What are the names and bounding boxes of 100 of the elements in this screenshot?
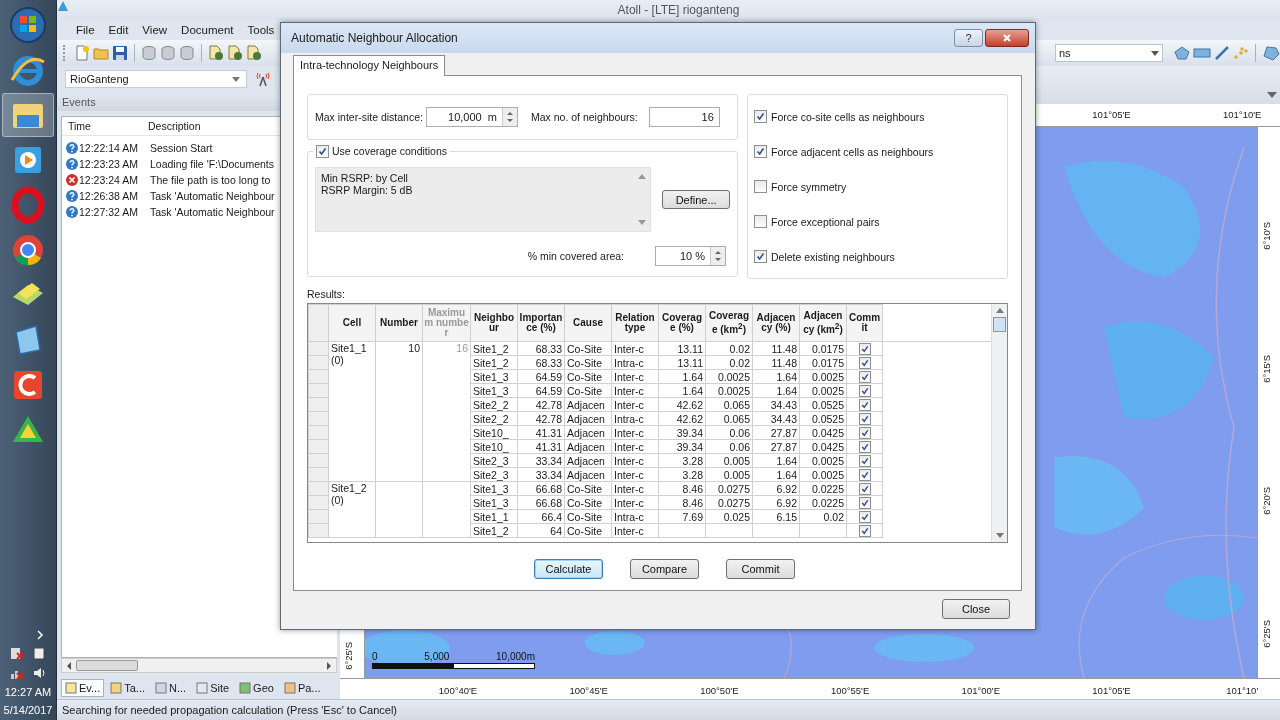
table-cell: 0.0025	[705, 369, 753, 384]
column-header[interactable]: Commit	[846, 304, 883, 342]
table-cell: Co-Site	[564, 495, 612, 510]
panel-tab[interactable]: Ta...	[106, 679, 149, 697]
table-cell: Intra-c	[611, 355, 659, 370]
table-cell: 39.34	[658, 439, 706, 454]
menu-item[interactable]: View	[135, 22, 175, 38]
column-header[interactable]: Relation type	[611, 304, 659, 342]
event-time: 12:26:38 AM	[79, 190, 139, 202]
column-header[interactable]: Time	[66, 120, 148, 132]
table-cell: 0.0425	[799, 425, 847, 440]
column-header[interactable]: Number	[375, 304, 423, 342]
close-button[interactable]: Close	[942, 599, 1010, 619]
column-header[interactable]: Adjacency (%)	[752, 304, 800, 342]
column-header[interactable]: Adjacency (km$^{2}$)	[799, 304, 847, 342]
menu-item[interactable]: Edit	[101, 22, 136, 38]
table-cell: 0.0525	[799, 397, 847, 412]
table-cell: 13.11	[658, 341, 706, 356]
column-header[interactable]: Coverage (km$^{2}$)	[705, 304, 753, 342]
panel-tab[interactable]: Pa...	[279, 679, 325, 697]
ruler-label: 6°25'S	[343, 642, 354, 670]
panel-tab[interactable]: Geo	[235, 679, 278, 697]
table-cell: 42.62	[658, 397, 706, 412]
panel-tab[interactable]: Ev...	[61, 679, 105, 697]
table-cell: 11.48	[752, 355, 800, 370]
condition-text: Min RSRP: by Cell	[321, 172, 409, 184]
event-description: Loading file 'F:\Documents	[150, 158, 274, 170]
table-cell: Adjacen	[564, 411, 612, 426]
table-cell: 33.34	[517, 467, 565, 482]
column-header[interactable]: Cell	[328, 304, 376, 342]
event-description: Task 'Automatic Neighbour	[150, 206, 275, 218]
table-cell: 27.87	[752, 439, 800, 454]
ruler-label: 100°45'E	[569, 685, 608, 696]
event-time: 12:22:14 AM	[79, 142, 139, 154]
table-cell: 0.0025	[799, 369, 847, 384]
column-header[interactable]: Neighbour	[470, 304, 518, 342]
table-cell: 0.0175	[799, 341, 847, 356]
clock-time[interactable]: 12:27 AM	[4, 686, 52, 698]
ruler-label: 101°10'E	[1223, 109, 1262, 120]
scale-label: 5,000	[424, 651, 450, 662]
action-button[interactable]: Calculate	[534, 559, 603, 579]
table-cell: 27.87	[752, 425, 800, 440]
menu-item[interactable]: Document	[174, 22, 241, 38]
table-cell: 64.59	[517, 369, 565, 384]
table-cell: 39.34	[658, 425, 706, 440]
event-description: The file path is too long to	[150, 174, 271, 186]
table-cell: 1.64	[752, 453, 800, 468]
clock-date[interactable]: 5/14/2017	[3, 704, 53, 716]
event-time: 12:23:24 AM	[79, 174, 139, 186]
define-button[interactable]: Define...	[662, 190, 730, 209]
checkbox-label: Force adjacent cells as neighbours	[771, 145, 934, 158]
table-cell: 34.43	[752, 397, 800, 412]
panel-tab[interactable]: Site	[192, 679, 234, 697]
table-cell: Site1_3	[470, 481, 518, 496]
ruler-label: 101°00'E	[961, 685, 1000, 696]
table-cell: Adjacen	[564, 439, 612, 454]
tab[interactable]: Intra-technology Neighbours	[293, 55, 446, 76]
table-cell: Adjacen	[564, 467, 612, 482]
project-combo[interactable]: RioGanteng	[65, 70, 247, 88]
table-cell: 64	[517, 523, 565, 538]
column-header[interactable]: Cause	[564, 304, 612, 342]
checkbox-label: Force co-site cells as neighbours	[771, 110, 925, 123]
action-button[interactable]: Commit	[726, 559, 795, 579]
table-cell: 1.64	[752, 369, 800, 384]
column-header[interactable]: Coverage (%)	[658, 304, 706, 342]
table-cell: 34.43	[752, 411, 800, 426]
layer-combo[interactable]: ns	[1055, 44, 1163, 62]
table-cell: 0.0025	[799, 467, 847, 482]
table-cell: 0.0025	[799, 383, 847, 398]
table-cell: 0.0225	[799, 495, 847, 510]
table-cell: Inter-c	[611, 397, 659, 412]
ruler-label: 6°10'S	[1261, 222, 1272, 250]
table-cell: Inter-c	[611, 425, 659, 440]
column-header[interactable]: Description	[148, 120, 201, 132]
table-cell: 0.025	[705, 509, 753, 524]
ruler-label: 6°15'S	[1261, 354, 1272, 383]
dialog-title: Automatic Neighbour Allocation	[291, 31, 458, 45]
menu-item[interactable]: Tools	[240, 22, 282, 38]
table-cell: Inter-c	[611, 481, 659, 496]
action-button[interactable]: Compare	[630, 559, 699, 579]
table-cell: Co-Site	[564, 355, 612, 370]
area-field[interactable]: 10 %	[655, 246, 726, 266]
ruler-label: 101°05'E	[1092, 109, 1131, 120]
table-cell: Site1_1	[470, 509, 518, 524]
field-label: % min covered area:	[527, 250, 624, 262]
panel-tab[interactable]: N...	[151, 679, 191, 697]
table-cell: 0.065	[705, 411, 753, 426]
neighbours-field[interactable]: 16	[648, 107, 720, 127]
table-cell: Site2_3	[470, 453, 518, 468]
table-cell: Site1_2	[470, 523, 518, 538]
table-cell: 0.0425	[799, 439, 847, 454]
column-header[interactable]: Importance (%)	[517, 304, 565, 342]
table-cell: Site10_	[470, 425, 518, 440]
help-button[interactable]: ?	[954, 29, 983, 47]
field-label: Max no. of neighbours:	[530, 111, 638, 123]
table-cell: 41.31	[517, 425, 565, 440]
menu-item[interactable]: File	[69, 22, 102, 38]
distance-field[interactable]: 10,000 m	[425, 107, 518, 127]
ruler-label: 6°25'S	[1261, 619, 1272, 648]
ruler-label: 6°20'S	[1261, 487, 1272, 515]
